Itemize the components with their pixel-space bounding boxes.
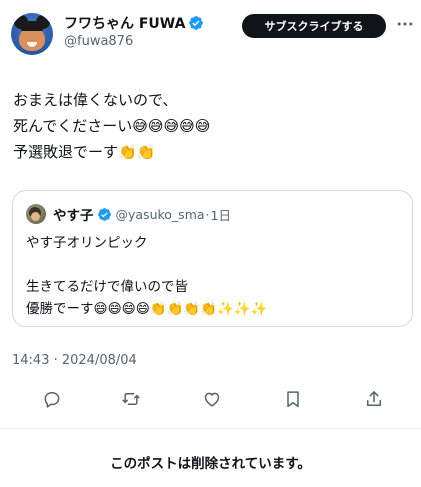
quoted-tweet[interactable]: やす子 @yasuko_sma · 1日 やす子オリンピック 生きてるだけで偉い…	[12, 190, 413, 327]
reply-button[interactable]	[40, 387, 64, 411]
quote-separator: ·	[205, 206, 210, 222]
bookmark-icon	[287, 391, 299, 408]
tweet-text: おまえは偉くないので、 死んでくださーい😅😅😅😅😅 予選敗退でーす👏👏	[13, 87, 413, 165]
author-avatar[interactable]	[11, 13, 53, 55]
quote-text-line: やす子オリンピック	[26, 235, 148, 251]
reply-icon	[44, 392, 60, 408]
author-name-row[interactable]: フワちゃん FUWA	[64, 13, 204, 33]
author-display-name[interactable]: フワちゃん FUWA	[64, 13, 185, 33]
quote-text-line: 生きてるだけで偉いので皆	[26, 279, 188, 295]
tweet-text-line: 予選敗退でーす👏👏	[13, 143, 156, 161]
quote-handle: @yasuko_sma	[115, 206, 205, 222]
quote-text: やす子オリンピック 生きてるだけで偉いので皆 優勝でーす😄😄😄😄👏👏👏👏✨✨✨	[26, 232, 406, 320]
tweet-card: フワちゃん FUWA @fuwa876 サブスクライブする おまえは偉くないので…	[0, 0, 421, 487]
tweet-timestamp[interactable]: 14:43 · 2024/08/04	[12, 353, 137, 368]
more-options-icon[interactable]	[395, 14, 415, 34]
subscribe-button[interactable]: サブスクライブする	[242, 14, 386, 38]
tweet-text-line: おまえは偉くないので、	[13, 91, 178, 109]
retweet-button[interactable]	[119, 387, 143, 411]
divider	[0, 428, 421, 429]
quote-text-line: 優勝でーす😄😄😄😄👏👏👏👏✨✨✨	[26, 301, 268, 317]
like-button[interactable]	[200, 387, 224, 411]
bookmark-button[interactable]	[281, 387, 305, 411]
author-handle[interactable]: @fuwa876	[64, 34, 133, 49]
quote-display-name: やす子	[53, 208, 94, 224]
verified-badge-icon	[189, 16, 204, 30]
quote-header: やす子 @yasuko_sma · 1日	[53, 204, 231, 225]
verified-badge-icon	[97, 207, 111, 221]
quote-author-avatar	[26, 204, 46, 224]
tweet-text-line: 死んでくださーい😅😅😅😅😅	[13, 117, 211, 135]
share-button[interactable]	[362, 387, 386, 411]
retweet-icon	[122, 393, 140, 405]
quote-text-line	[26, 254, 406, 276]
share-icon	[367, 391, 381, 406]
deleted-post-notice: このポストは削除されています。	[110, 456, 311, 472]
quote-time: 1日	[210, 207, 231, 223]
like-icon	[204, 392, 220, 407]
